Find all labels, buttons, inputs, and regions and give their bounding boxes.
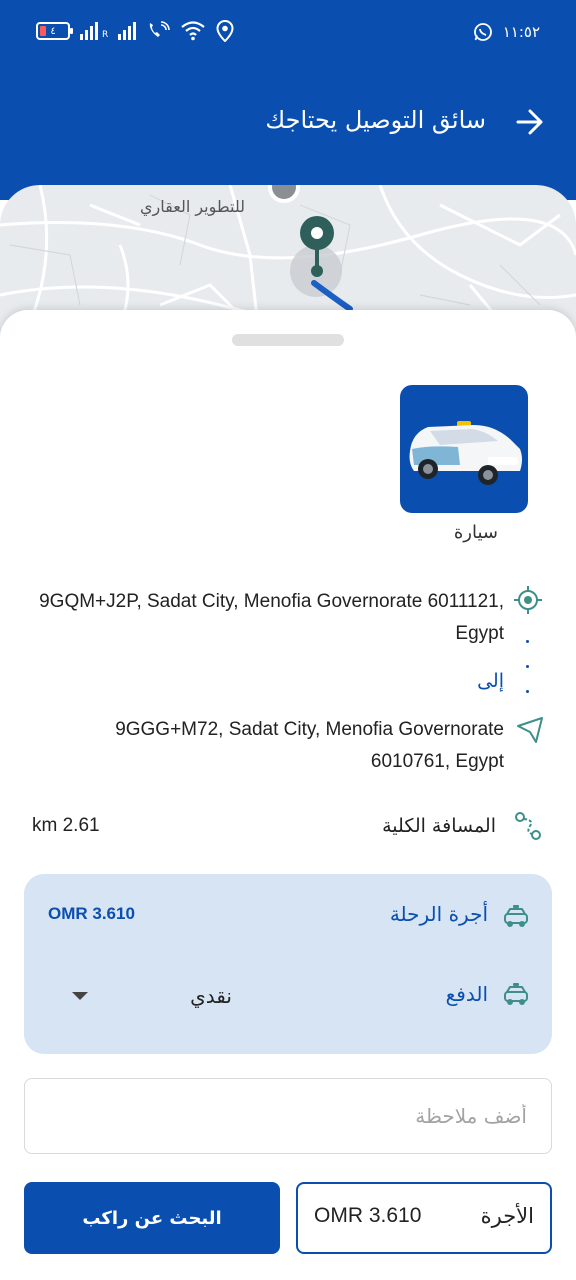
distance-label: المسافة الكلية xyxy=(382,815,496,837)
fare-summary-box[interactable]: الأجرة OMR 3.610 xyxy=(296,1182,552,1254)
signal-icon-2 xyxy=(118,22,137,40)
roaming-label: R xyxy=(102,30,109,40)
clock: ١١:٥٢ xyxy=(502,23,540,41)
pickup-address: 9GQM+J2P, Sadat City, Menofia Governorat… xyxy=(39,591,504,644)
payment-method-value: نقدي xyxy=(190,984,232,1008)
trip-fare-value: OMR 3.610 xyxy=(48,904,135,923)
search-rider-button[interactable]: البحث عن راكب xyxy=(24,1182,280,1254)
dropoff-address: 9GGG+M72, Sadat City, Menofia Governorat… xyxy=(115,719,504,772)
route-distance-icon xyxy=(515,812,541,840)
to-label: إلى xyxy=(477,670,504,692)
trip-fare-label: أجرة الرحلة xyxy=(389,902,488,926)
title-row: سائق التوصيل يحتاجك xyxy=(0,100,576,144)
wifi-icon xyxy=(181,21,205,41)
payment-label: الدفع xyxy=(445,982,488,1006)
status-icons-right: ١١:٥٢ xyxy=(473,22,540,42)
wifi-call-icon xyxy=(150,21,171,37)
arrow-right-icon xyxy=(516,109,543,135)
app-header: ٤ R ١١:٥٢ سائق التوصيل يحتاجك xyxy=(0,0,576,200)
status-icons-left: ٤ R xyxy=(36,20,234,42)
fare-summary-value: OMR 3.610 xyxy=(314,1204,422,1227)
status-bar: ٤ R ١١:٥٢ xyxy=(0,0,576,66)
taxi-icon xyxy=(504,905,528,927)
chevron-down-icon xyxy=(72,992,88,1000)
route-dots xyxy=(526,640,530,715)
taxi-icon xyxy=(504,983,528,1005)
fare-summary-label: الأجرة xyxy=(480,1204,534,1228)
map-place-label: للتطوير العقاري xyxy=(140,197,246,216)
payment-method-select[interactable]: نقدي xyxy=(72,978,232,1014)
whatsapp-icon xyxy=(473,23,492,41)
vehicle-type-label: سيارة xyxy=(453,522,498,543)
dropoff-location-icon xyxy=(517,717,543,743)
back-button[interactable] xyxy=(512,104,548,140)
pickup-location-icon xyxy=(514,586,542,614)
battery-level: ٤ xyxy=(50,25,56,37)
note-input[interactable] xyxy=(24,1078,552,1154)
signal-icon xyxy=(80,22,98,40)
vehicle-type-tile[interactable] xyxy=(400,385,528,513)
car-icon xyxy=(409,421,522,485)
fare-card: أجرة الرحلة OMR 3.610 الدفع نقدي xyxy=(24,874,552,1054)
drag-handle[interactable] xyxy=(232,334,344,346)
battery-icon: ٤ xyxy=(36,22,73,40)
page-title: سائق التوصيل يحتاجك xyxy=(265,106,486,134)
distance-value: km 2.61 xyxy=(32,815,100,836)
trip-bottom-sheet: سيارة 9GQM+J2P, Sadat City, Menofia Gove… xyxy=(0,310,576,1280)
location-icon xyxy=(216,20,234,42)
